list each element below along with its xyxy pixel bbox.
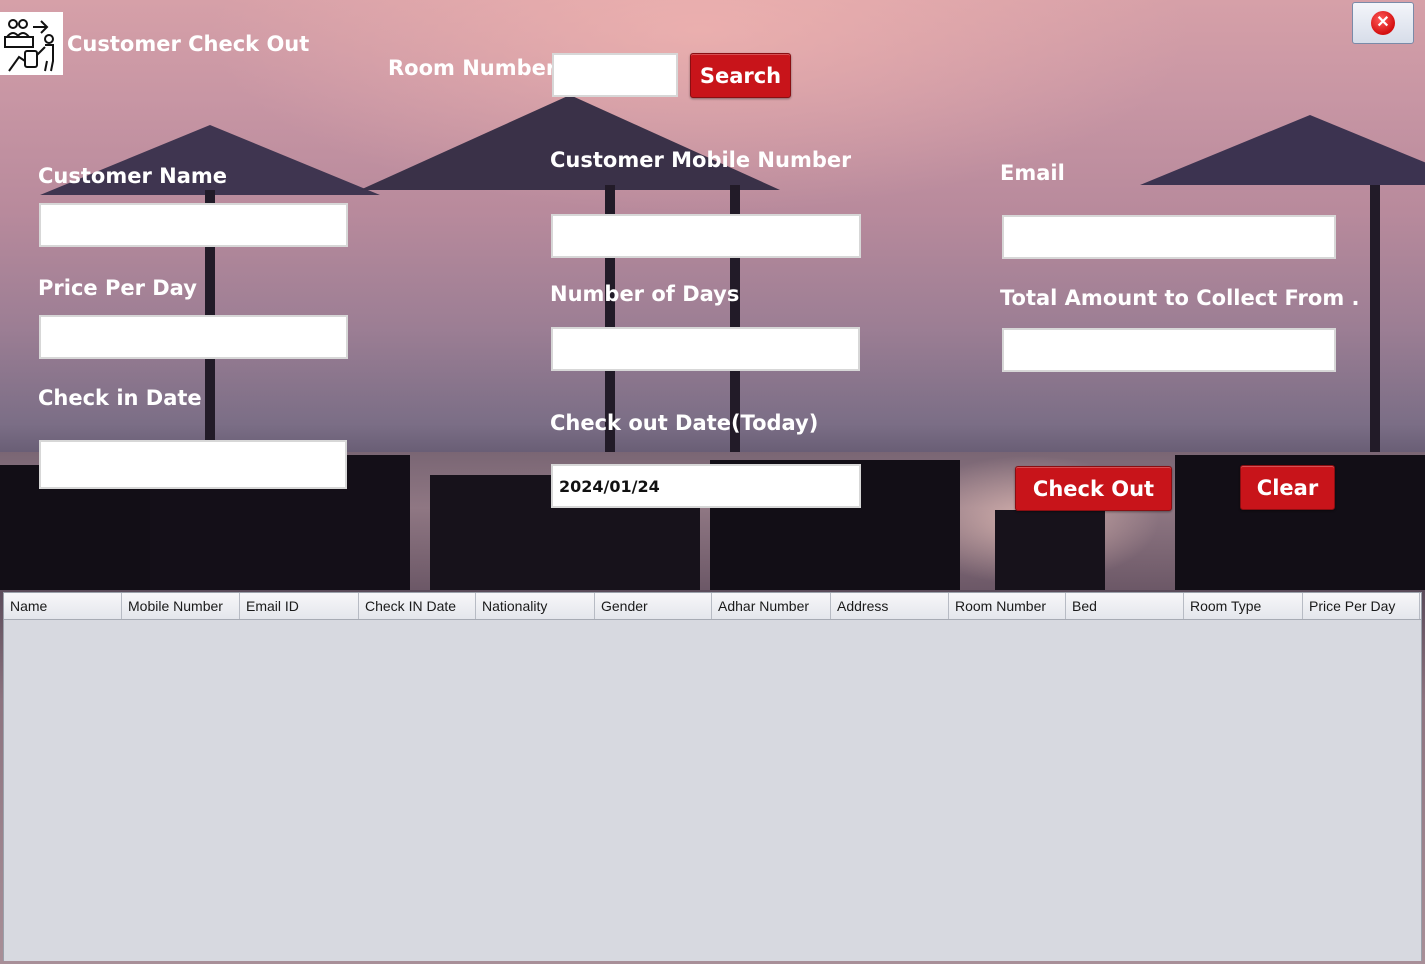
table-body[interactable]: [4, 620, 1421, 961]
column-header[interactable]: Check IN Date: [359, 593, 476, 619]
column-header[interactable]: Address: [831, 593, 949, 619]
column-header[interactable]: Bed: [1066, 593, 1184, 619]
umbrella-pole: [1370, 185, 1380, 475]
column-header[interactable]: Price Per Day: [1303, 593, 1420, 619]
clear-button[interactable]: Clear: [1240, 465, 1335, 510]
customer-mobile-label: Customer Mobile Number: [550, 148, 852, 172]
email-input[interactable]: [1002, 215, 1336, 259]
email-label: Email: [1000, 161, 1065, 185]
number-of-days-label: Number of Days: [550, 282, 740, 306]
check-out-date-label: Check out Date(Today): [550, 411, 819, 435]
search-button[interactable]: Search: [690, 53, 791, 98]
column-header[interactable]: Nationality: [476, 593, 595, 619]
checkout-window: Customer Check Out ✕ Room Number Search …: [0, 0, 1425, 964]
column-header[interactable]: Email ID: [240, 593, 359, 619]
customer-table[interactable]: Name Mobile Number Email ID Check IN Date Na…: [3, 592, 1422, 961]
table-header: Name Mobile Number Email ID Check IN Date Na…: [4, 593, 1421, 620]
reception-checkout-icon: [0, 12, 63, 75]
column-header[interactable]: Room Number: [949, 593, 1066, 619]
column-header[interactable]: Gender: [595, 593, 712, 619]
price-per-day-input[interactable]: [39, 315, 348, 359]
price-per-day-label: Price Per Day: [38, 276, 197, 300]
umbrella-decoration: [1140, 115, 1425, 185]
close-button[interactable]: ✕: [1352, 2, 1414, 44]
check-out-date-input[interactable]: [551, 464, 861, 508]
close-icon: ✕: [1371, 11, 1395, 35]
column-header[interactable]: Name: [4, 593, 122, 619]
check-in-date-label: Check in Date: [38, 386, 202, 410]
column-header[interactable]: Room Type: [1184, 593, 1303, 619]
umbrella-decoration: [360, 95, 780, 190]
customer-name-label: Customer Name: [38, 164, 227, 188]
check-in-date-input[interactable]: [39, 440, 347, 489]
column-header[interactable]: Adhar Number: [712, 593, 831, 619]
window-title: Customer Check Out: [67, 32, 310, 56]
column-header[interactable]: Mobile Number: [122, 593, 240, 619]
number-of-days-input[interactable]: [551, 327, 860, 371]
total-amount-input[interactable]: [1002, 328, 1336, 372]
customer-name-input[interactable]: [39, 203, 348, 247]
room-number-input[interactable]: [552, 53, 678, 97]
reception-checkout-icon-graphic: [3, 15, 60, 72]
check-out-button[interactable]: Check Out: [1015, 466, 1172, 511]
total-amount-label: Total Amount to Collect From ...: [1000, 286, 1360, 310]
room-number-label: Room Number: [388, 56, 557, 80]
customer-mobile-input[interactable]: [551, 214, 861, 258]
